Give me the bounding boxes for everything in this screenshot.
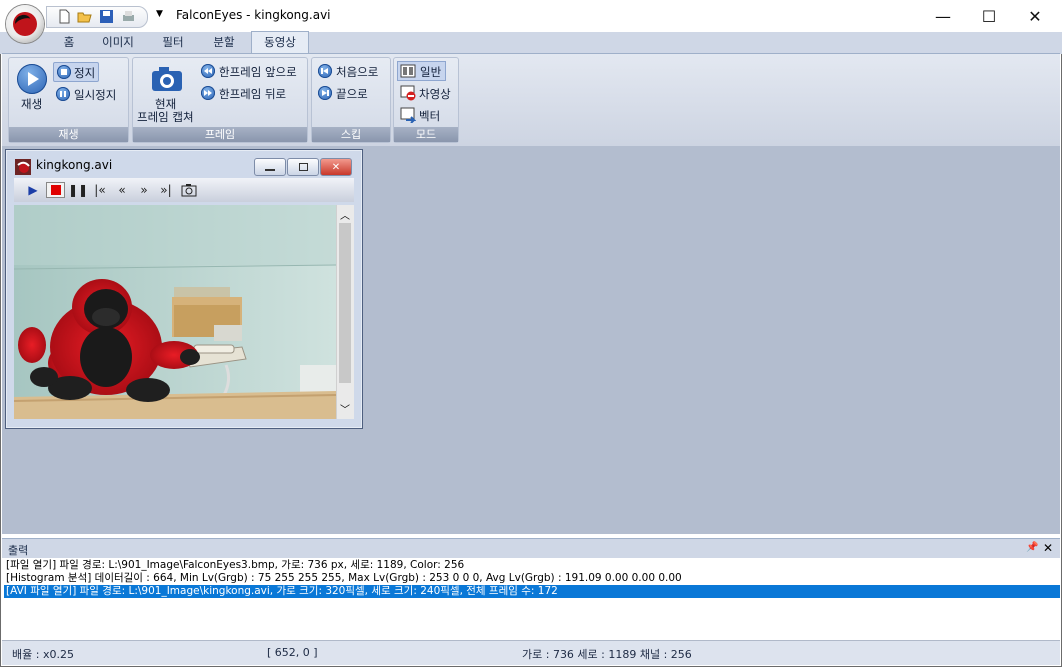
output-close-icon[interactable]: ✕ (1043, 541, 1053, 555)
status-coords: [ 652, 0 ] (267, 646, 318, 659)
qat-dropdown-icon[interactable]: ▼ (156, 9, 163, 19)
minimize-button[interactable]: — (920, 0, 966, 32)
child-minimize-button[interactable] (254, 158, 286, 176)
pause-label: 일시정지 (74, 88, 117, 102)
tab-image[interactable]: 이미지 (92, 32, 144, 53)
maximize-button[interactable]: ☐ (966, 0, 1012, 32)
player-camera-icon[interactable] (180, 182, 198, 198)
group-label-frame: 프레임 (133, 127, 307, 142)
mode-diff-label: 차영상 (419, 87, 451, 101)
group-label-mode: 모드 (394, 127, 458, 142)
player-pause-icon[interactable]: ❚❚ (68, 182, 88, 198)
mode-vector-button[interactable]: 벡터 (398, 106, 456, 124)
ribbon-tabs: 홈 이미지 필터 분할 동영상 (0, 31, 1062, 55)
skip-first-icon (318, 64, 332, 78)
player-stop-icon[interactable] (46, 182, 65, 198)
mode-diff-button[interactable]: 차영상 (398, 84, 456, 102)
stop-icon (57, 65, 71, 79)
output-title: 출력 (8, 544, 29, 557)
pause-button[interactable]: 일시정지 (56, 86, 126, 104)
video-scrollbar[interactable]: ︿ ﹀ (336, 205, 354, 419)
pin-icon[interactable]: 📌 (1026, 542, 1038, 553)
child-window-title: kingkong.avi (36, 158, 113, 172)
log-line-selected[interactable]: [AVI 파일 열기] 파일 경로: L:\901_Image\kingkong… (4, 585, 1060, 598)
diff-mode-icon (400, 85, 416, 101)
capture-label-2[interactable]: 프레임 캡쳐 (137, 109, 194, 125)
status-image-info: 가로 : 736 세로 : 1189 채널 : 256 (522, 648, 692, 661)
tab-filter[interactable]: 필터 (150, 32, 196, 53)
close-button[interactable]: ✕ (1012, 0, 1058, 32)
fast-forward-icon (201, 86, 215, 100)
normal-mode-icon (400, 64, 416, 78)
scroll-down-icon[interactable]: ﹀ (340, 401, 350, 416)
skip-first-button[interactable]: 처음으로 (318, 62, 388, 80)
ribbon-panel: 재생 정지 일시정지 재생 현재 프레임 캡쳐 한프레임 앞으로 한프레임 뒤로… (2, 53, 1060, 147)
rewind-icon (201, 64, 215, 78)
skip-last-label: 끝으로 (336, 87, 368, 101)
player-skip-first-icon[interactable]: |« (91, 182, 109, 198)
camera-icon[interactable] (151, 66, 183, 92)
window-title: FalconEyes - kingkong.avi (176, 8, 331, 22)
play-icon[interactable] (17, 64, 47, 94)
ribbon-group-skip: 처음으로 끝으로 스킵 (311, 57, 391, 143)
save-icon[interactable] (99, 9, 114, 24)
ribbon-group-frame: 현재 프레임 캡쳐 한프레임 앞으로 한프레임 뒤로 프레임 (132, 57, 308, 143)
scroll-thumb[interactable] (339, 223, 351, 383)
new-file-icon[interactable] (57, 9, 72, 24)
vector-mode-icon (400, 107, 416, 123)
open-folder-icon[interactable] (77, 9, 92, 24)
stop-button[interactable]: 정지 (53, 62, 99, 82)
player-skip-last-icon[interactable]: »| (157, 182, 175, 198)
child-close-button[interactable]: ✕ (320, 158, 352, 176)
pause-icon (56, 87, 70, 101)
child-restore-button[interactable] (287, 158, 319, 176)
next-frame-button[interactable]: 한프레임 뒤로 (201, 84, 305, 102)
tab-home[interactable]: 홈 (52, 32, 86, 53)
minimize-icon (265, 168, 275, 171)
ribbon-group-play: 재생 정지 일시정지 재생 (8, 57, 129, 143)
ribbon-group-mode: 일반 차영상 벡터 모드 (393, 57, 459, 143)
status-zoom: 배율 : x0.25 (12, 648, 74, 661)
player-forward-icon[interactable]: » (135, 182, 153, 198)
tab-split[interactable]: 분할 (203, 32, 245, 53)
log-line[interactable]: [Histogram 분석] 데이터길이 : 664, Min Lv(Grgb)… (6, 572, 682, 585)
output-log[interactable]: [파일 열기] 파일 경로: L:\901_Image\FalconEyes3.… (2, 558, 1060, 638)
skip-first-label: 처음으로 (336, 65, 379, 79)
skip-last-icon (318, 86, 332, 100)
output-panel-header: 출력 📌 ✕ (2, 538, 1060, 559)
restore-icon (298, 163, 308, 171)
tab-video[interactable]: 동영상 (251, 31, 309, 55)
app-logo-icon[interactable] (6, 5, 44, 43)
group-label-play: 재생 (9, 127, 128, 142)
mode-vector-label: 벡터 (419, 109, 441, 123)
prev-frame-button[interactable]: 한프레임 앞으로 (201, 62, 305, 80)
player-rewind-icon[interactable]: « (113, 182, 131, 198)
print-icon[interactable] (121, 9, 136, 24)
next-frame-label: 한프레임 뒤로 (219, 87, 287, 101)
status-bar: 배율 : x0.25 [ 652, 0 ] 가로 : 736 세로 : 1189… (2, 640, 1060, 665)
log-line[interactable]: [파일 열기] 파일 경로: L:\901_Image\FalconEyes3.… (6, 559, 464, 572)
video-frame[interactable] (14, 205, 336, 419)
group-label-skip: 스킵 (312, 127, 390, 142)
child-window-icon (15, 159, 31, 175)
close-icon: ✕ (331, 161, 341, 173)
scroll-up-icon[interactable]: ︿ (340, 207, 350, 222)
stop-label: 정지 (74, 66, 96, 80)
mode-normal-label: 일반 (420, 65, 442, 79)
play-button[interactable]: 재생 (21, 96, 42, 112)
player-play-icon[interactable]: ▶ (24, 182, 42, 198)
skip-last-button[interactable]: 끝으로 (318, 84, 388, 102)
player-toolbar: ▶ ❚❚ |« « » »| (14, 178, 354, 202)
prev-frame-label: 한프레임 앞으로 (219, 65, 297, 79)
mode-normal-button[interactable]: 일반 (397, 61, 446, 81)
quick-access-toolbar (46, 6, 148, 28)
